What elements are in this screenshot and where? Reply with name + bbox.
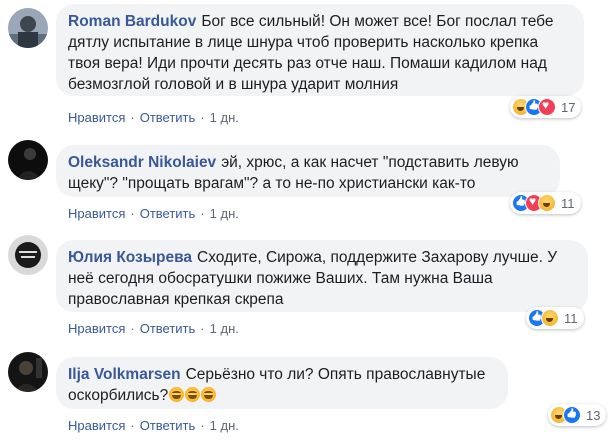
comment-bubble: Oleksandr Nikolaiev эй, хрюс, а как насче…: [56, 145, 560, 197]
comment-author[interactable]: Roman Bardukov: [68, 13, 196, 30]
reaction-count: 13: [586, 407, 601, 423]
reaction-count: 11: [561, 195, 575, 211]
rofl-emoji-icon: [169, 387, 185, 402]
love-icon: [538, 98, 556, 116]
comment-actions: Нравится · Ответить · 1 дн.: [68, 206, 239, 221]
reaction-summary[interactable]: 17: [510, 96, 582, 118]
comment-timestamp[interactable]: 1 дн.: [210, 418, 239, 433]
comment-actions: Нравится · Ответить · 1 дн.: [68, 110, 239, 125]
reaction-summary[interactable]: 13: [548, 404, 607, 426]
rofl-emoji-icon: [185, 387, 201, 402]
separator: ·: [130, 206, 135, 221]
reaction-count: 17: [561, 99, 576, 115]
separator: ·: [200, 110, 205, 125]
like-button[interactable]: Нравится: [68, 418, 125, 433]
comment-timestamp[interactable]: 1 дн.: [210, 110, 239, 125]
like-button[interactable]: Нравится: [68, 321, 125, 336]
like-button[interactable]: Нравится: [68, 110, 125, 125]
reply-button[interactable]: Ответить: [140, 321, 196, 336]
separator: ·: [200, 321, 205, 336]
comment-bubble: Юлия Козырева Сходите, Сирожа, поддержите…: [56, 240, 588, 312]
reaction-summary[interactable]: 11: [510, 192, 581, 214]
reaction-summary[interactable]: 11: [526, 307, 584, 329]
avatar[interactable]: [8, 140, 48, 180]
comment-timestamp[interactable]: 1 дн.: [210, 321, 239, 336]
haha-icon: [538, 194, 556, 212]
comment-timestamp[interactable]: 1 дн.: [210, 206, 239, 221]
separator: ·: [130, 321, 135, 336]
comment-author[interactable]: Oleksandr Nikolaiev: [68, 154, 216, 171]
avatar[interactable]: [8, 8, 48, 48]
comment-actions: Нравится · Ответить · 1 дн.: [68, 418, 239, 433]
separator: ·: [130, 110, 135, 125]
separator: ·: [200, 418, 205, 433]
like-button[interactable]: Нравится: [68, 206, 125, 221]
separator: ·: [130, 418, 135, 433]
reply-button[interactable]: Ответить: [140, 418, 196, 433]
like-icon: [563, 406, 581, 424]
comment-bubble: Roman Bardukov Бог все сильный! Он может …: [56, 4, 584, 96]
reply-button[interactable]: Ответить: [140, 110, 196, 125]
comment-author[interactable]: Ilja Volkmarsen: [68, 366, 181, 383]
rofl-emoji-icon: [201, 387, 217, 402]
comment-author[interactable]: Юлия Козырева: [68, 249, 192, 266]
reply-button[interactable]: Ответить: [140, 206, 196, 221]
comment-actions: Нравится · Ответить · 1 дн.: [68, 321, 239, 336]
avatar[interactable]: [8, 235, 48, 275]
comment-bubble: Ilja Volkmarsen Серьёзно что ли? Опять пр…: [56, 357, 508, 409]
haha-icon: [541, 309, 559, 327]
reaction-count: 11: [564, 310, 578, 326]
avatar[interactable]: [8, 352, 48, 392]
separator: ·: [200, 206, 205, 221]
